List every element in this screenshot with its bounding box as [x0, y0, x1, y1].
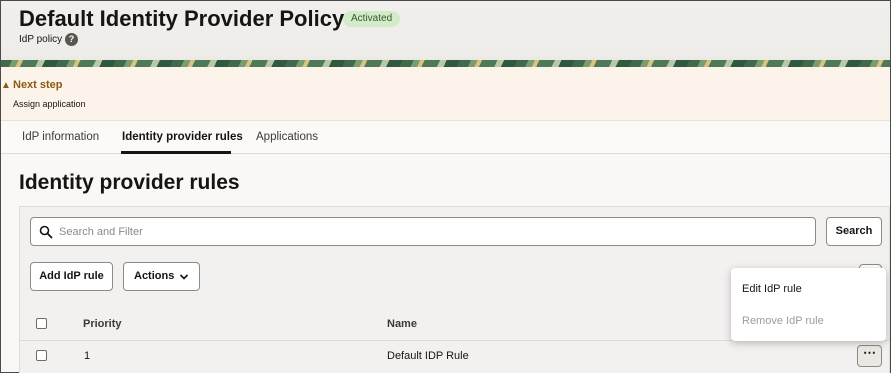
menu-item-edit-idp-rule[interactable]: Edit IdP rule [742, 283, 802, 295]
page-subtitle: IdP policy [19, 34, 63, 45]
row-name: Default IDP Rule [387, 350, 469, 362]
select-all-checkbox[interactable] [36, 318, 47, 329]
warning-icon: ▲ [1, 80, 11, 91]
row-checkbox[interactable] [36, 350, 47, 361]
column-header-name[interactable]: Name [387, 318, 417, 330]
row-more-actions-button[interactable]: ⋯ [857, 345, 882, 367]
help-icon[interactable]: ? [65, 33, 78, 46]
menu-item-remove-idp-rule: Remove IdP rule [742, 315, 824, 327]
tab-idp-information[interactable]: IdP information [22, 131, 99, 143]
actions-menu-button[interactable]: Actions [123, 262, 200, 291]
tab-identity-provider-rules[interactable]: Identity provider rules [122, 131, 243, 143]
active-tab-indicator [121, 151, 231, 154]
page-title: Default Identity Provider Policy [19, 6, 345, 31]
tab-bar: IdP information Identity provider rules … [1, 122, 890, 154]
page-header: Default Identity Provider Policy Activat… [1, 1, 890, 67]
status-badge: Activated [343, 11, 401, 27]
search-icon [39, 225, 53, 239]
row-actions-menu: Edit IdP rule Remove IdP rule [731, 268, 886, 341]
add-idp-rule-button[interactable]: Add IdP rule [30, 262, 113, 291]
search-button[interactable]: Search [826, 217, 882, 246]
column-header-priority[interactable]: Priority [83, 318, 122, 330]
actions-button-label: Actions [134, 270, 175, 282]
decorative-banner-image [1, 60, 890, 67]
tab-applications[interactable]: Applications [256, 131, 318, 143]
banner-text[interactable]: Assign application [13, 99, 86, 109]
banner-title: Next step [13, 79, 63, 91]
row-priority: 1 [84, 350, 91, 362]
search-field[interactable] [30, 217, 816, 246]
section-title: Identity provider rules [19, 171, 240, 194]
next-step-banner: ▲ Next step Assign application [1, 67, 890, 121]
search-input[interactable] [59, 220, 799, 243]
chevron-down-icon [179, 274, 189, 280]
